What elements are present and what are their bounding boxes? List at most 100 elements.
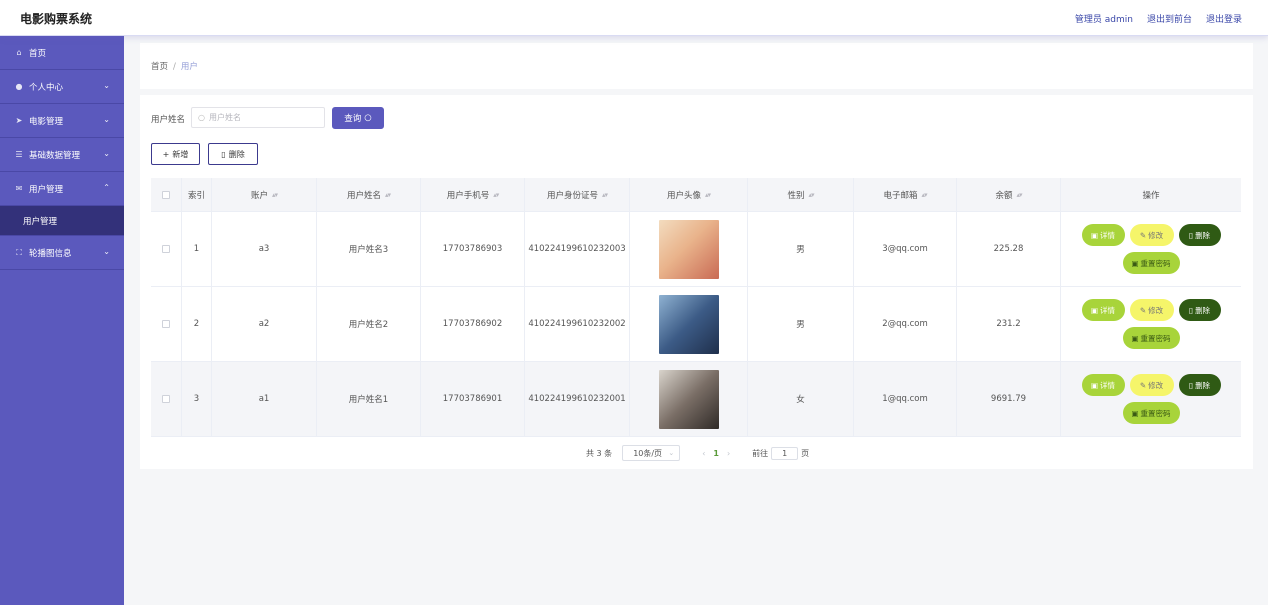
detail-button[interactable]: ▣ 详情	[1081, 374, 1125, 396]
cell-id-card: 410224199610232001	[525, 362, 630, 436]
header-label: 用户身份证号	[546, 190, 598, 201]
add-button[interactable]: + 新增	[151, 143, 200, 165]
prev-page-icon[interactable]: ‹	[702, 449, 705, 458]
edit-button[interactable]: ✎ 修改	[1129, 299, 1174, 321]
sort-icon[interactable]: ▴▾	[602, 191, 608, 199]
breadcrumb-home[interactable]: 首页	[151, 62, 168, 72]
goto-suffix: 页	[801, 448, 810, 458]
front-link[interactable]: 退出到前台	[1147, 12, 1192, 25]
cell-id-card: 410224199610232002	[525, 287, 630, 361]
header-cell[interactable]: 性别 ▴▾	[748, 178, 854, 211]
cell-index: 2	[182, 287, 212, 361]
search-label: 用户姓名	[151, 115, 186, 125]
sidebar-item-profile[interactable]: ● 个人中心 ⌄	[0, 70, 124, 104]
cell-email: 1@qq.com	[854, 362, 957, 436]
cell-balance: 225.28	[957, 212, 1061, 286]
header-label: 操作	[1142, 190, 1160, 201]
sort-icon[interactable]: ▴▾	[705, 191, 711, 199]
cell-account: a2	[212, 287, 317, 361]
sort-icon[interactable]: ▴▾	[385, 191, 391, 199]
cell-avatar	[630, 362, 748, 436]
edit-button[interactable]: ✎ 修改	[1129, 374, 1174, 396]
delete-button[interactable]: ▯ 删除	[208, 143, 258, 165]
header-cell[interactable]: 账户 ▴▾	[212, 178, 317, 211]
sidebar-item-label: 个人中心	[29, 82, 64, 93]
header-cell: 索引	[182, 178, 212, 211]
avatar[interactable]	[658, 219, 719, 279]
trash-icon: ▯	[221, 149, 226, 159]
sidebar-item-users[interactable]: ✉ 用户管理 ⌃	[0, 172, 124, 206]
sidebar-subitem-user-management[interactable]: 用户管理	[0, 206, 124, 236]
header-label: 索引	[187, 190, 205, 201]
header-cell[interactable]: 用户姓名 ▴▾	[317, 178, 421, 211]
header-cell: 操作	[1061, 178, 1241, 211]
row-delete-button[interactable]: ▯ 删除	[1178, 224, 1221, 246]
sort-icon[interactable]: ▴▾	[921, 191, 927, 199]
reset-password-button[interactable]: ▣ 重置密码	[1122, 402, 1180, 424]
table-row: 2 a2 用户姓名2 17703786902 41022419961023200…	[151, 287, 1241, 362]
chevron-down-icon: ⌄	[103, 115, 110, 124]
header-cell[interactable]: 电子邮箱 ▴▾	[854, 178, 957, 211]
checkbox[interactable]	[162, 395, 170, 403]
header-select-all	[151, 178, 182, 211]
cell-actions: ▣ 详情 ✎ 修改 ▯ 删除 ▣ 重置密码	[1061, 287, 1241, 361]
next-page-icon[interactable]: ›	[727, 449, 730, 458]
page-size-select[interactable]: 10条/页 ⌄	[622, 445, 681, 461]
header-label: 余额	[995, 190, 1013, 201]
reset-password-button[interactable]: ▣ 重置密码	[1122, 327, 1180, 349]
cell-avatar	[630, 287, 748, 361]
sort-icon[interactable]: ▴▾	[1016, 191, 1022, 199]
row-delete-button[interactable]: ▯ 删除	[1178, 374, 1221, 396]
breadcrumb-separator: /	[173, 62, 176, 72]
header-cell[interactable]: 余额 ▴▾	[957, 178, 1061, 211]
sort-icon[interactable]: ▴▾	[808, 191, 814, 199]
logout-link[interactable]: 退出登录	[1206, 12, 1242, 25]
page-size-value: 10条/页	[633, 448, 663, 458]
sidebar-item-home[interactable]: ⌂ 首页	[0, 36, 124, 70]
reset-label: 重置密码	[1140, 333, 1171, 343]
sidebar-item-carousel[interactable]: ⛶ 轮播图信息 ⌄	[0, 236, 124, 270]
header-label: 用户头像	[666, 190, 701, 201]
sidebar-item-basic-data[interactable]: ☰ 基础数据管理 ⌄	[0, 138, 124, 172]
search-input[interactable]: ○ 用户姓名	[191, 107, 325, 128]
sort-icon[interactable]: ▴▾	[493, 191, 499, 199]
reset-password-button[interactable]: ▣ 重置密码	[1122, 252, 1180, 274]
goto-page-input[interactable]: 1	[771, 446, 799, 460]
page-number-current[interactable]: 1	[713, 449, 719, 458]
breadcrumb-current: 用户	[180, 62, 198, 72]
header-cell[interactable]: 用户身份证号 ▴▾	[525, 178, 630, 211]
app-title: 电影购票系统	[20, 12, 93, 26]
chevron-down-icon: ⌄	[668, 449, 675, 457]
query-button[interactable]: 查询 ○	[332, 107, 384, 129]
home-icon: ⌂	[16, 48, 22, 57]
sidebar-item-label: 基础数据管理	[29, 150, 81, 161]
cell-phone: 17703786901	[421, 362, 525, 436]
breadcrumb-card: 首页 / 用户	[140, 43, 1253, 89]
admin-label[interactable]: 管理员 admin	[1075, 12, 1133, 25]
breadcrumb: 首页 / 用户	[151, 60, 198, 72]
sidebar-item-label: 首页	[29, 48, 47, 59]
table-row: 3 a1 用户姓名1 17703786901 41022419961023200…	[151, 362, 1241, 437]
delete-button-label: 删除	[228, 149, 245, 159]
header-label: 账户	[250, 190, 268, 201]
row-select	[151, 362, 182, 436]
cell-name: 用户姓名3	[317, 212, 421, 286]
detail-button[interactable]: ▣ 详情	[1081, 299, 1125, 321]
checkbox[interactable]	[162, 245, 170, 253]
checkbox[interactable]	[162, 190, 170, 199]
chevron-up-icon: ⌃	[103, 183, 110, 192]
header-cell[interactable]: 用户头像 ▴▾	[630, 178, 748, 211]
header-cell[interactable]: 用户手机号 ▴▾	[421, 178, 525, 211]
top-header: 电影购票系统 管理员 admin 退出到前台 退出登录	[0, 0, 1268, 36]
detail-icon: ▣	[1131, 258, 1139, 268]
detail-button[interactable]: ▣ 详情	[1081, 224, 1125, 246]
detail-label: 详情	[1100, 380, 1116, 390]
sidebar-item-movies[interactable]: ➤ 电影管理 ⌄	[0, 104, 124, 138]
sort-icon[interactable]: ▴▾	[272, 191, 278, 199]
avatar[interactable]	[658, 369, 719, 429]
row-delete-button[interactable]: ▯ 删除	[1178, 299, 1221, 321]
pagination-total: 共 3 条	[586, 448, 613, 458]
edit-button[interactable]: ✎ 修改	[1129, 224, 1174, 246]
avatar[interactable]	[658, 294, 719, 354]
checkbox[interactable]	[162, 320, 170, 328]
